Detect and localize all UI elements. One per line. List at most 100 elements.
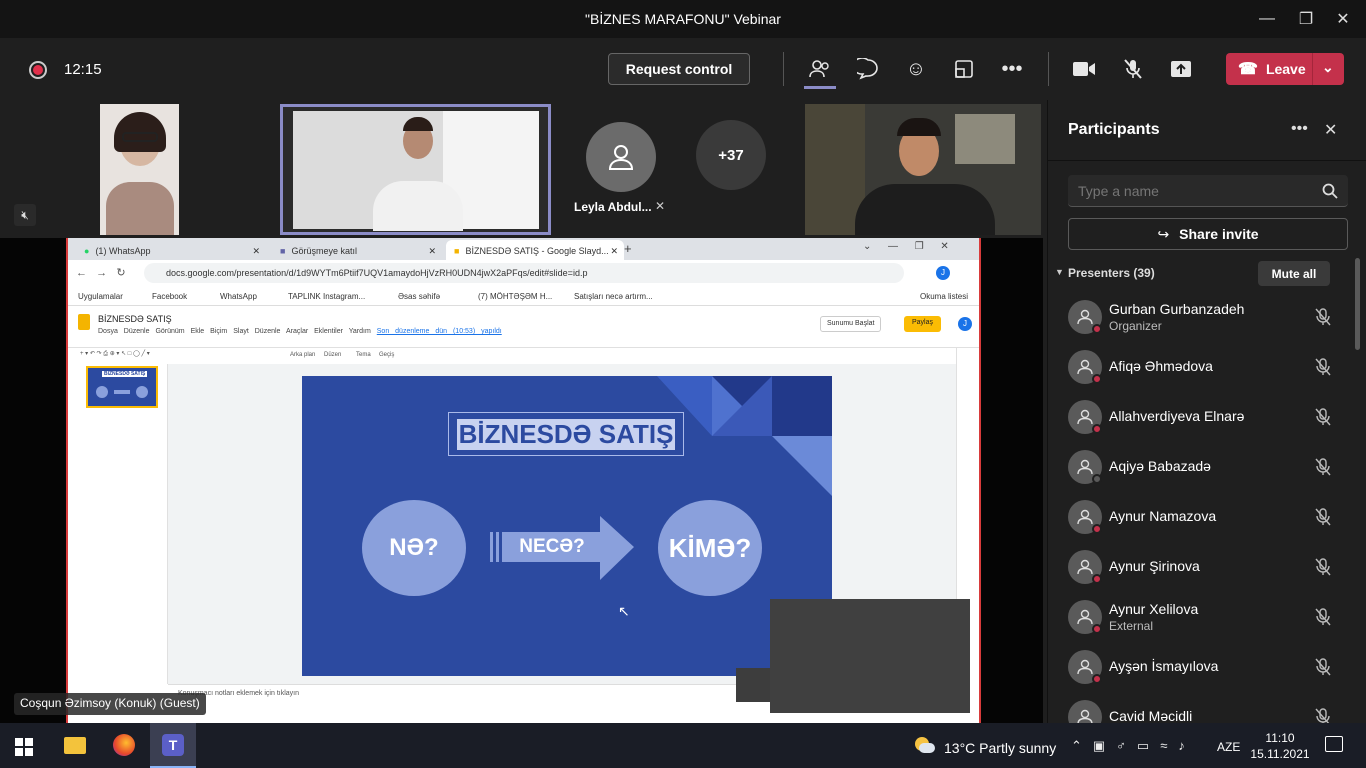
- mic-muted-icon: 🔇︎: [14, 204, 36, 226]
- bookmark[interactable]: Əsas səhifə: [398, 292, 440, 301]
- participant-name: Gurban Gurbanzadeh: [1109, 301, 1245, 317]
- cursor-icon: ↖: [618, 603, 630, 619]
- toolbar-item[interactable]: Geçiş: [379, 352, 394, 358]
- nav-buttons[interactable]: ← → ↻: [76, 266, 126, 279]
- participant-list: Gurban Gurbanzadeh Organizer Afiqə Əhmədov…: [1048, 292, 1348, 723]
- participant-name: Aynur Namazova: [1109, 508, 1217, 524]
- slide-circle-right[interactable]: KİMƏ?: [658, 500, 762, 596]
- leave-button[interactable]: ☎ Leave ⌄: [1226, 53, 1344, 85]
- active-speaker-tile[interactable]: [280, 104, 551, 235]
- slides-menu[interactable]: Dosya Düzenle Görünüm Ekle Biçim Slayt D…: [98, 328, 502, 335]
- title-bar: "BİZNES MARAFONU" Vebinar — ❐ ✕: [0, 0, 1366, 38]
- recording-icon: [29, 61, 47, 79]
- tab-slides[interactable]: ■ BİZNESDƏ SATIŞ - Google Slayd... ✕: [446, 240, 624, 262]
- toolbar-tools[interactable]: + ▾ ↶ ↷ ⎙ ⊕ ▾ ↖ □ ◯ ╱ ▾: [80, 350, 150, 358]
- participant-row[interactable]: Gurban Gurbanzadeh Organizer: [1048, 292, 1348, 342]
- share-button[interactable]: Paylaş: [904, 316, 942, 332]
- avatar: [1068, 500, 1102, 534]
- mic-muted-icon: [1315, 558, 1331, 576]
- slide-thumbnail[interactable]: BİZNESDƏ SATIŞ: [86, 366, 158, 408]
- present-button[interactable]: Sunumu Başlat: [820, 316, 882, 332]
- mic-muted-icon[interactable]: [1113, 49, 1153, 89]
- rooms-icon[interactable]: [944, 49, 984, 89]
- slide[interactable]: BİZNESDƏ SATIŞ NƏ? NECƏ? KİMƏ?: [302, 376, 832, 676]
- mic-muted-icon: [1315, 358, 1331, 376]
- participants-icon[interactable]: [800, 49, 840, 89]
- notifications-icon[interactable]: [1325, 736, 1343, 752]
- profile-avatar[interactable]: J: [936, 266, 950, 280]
- firefox-icon[interactable]: [113, 734, 135, 756]
- mic-muted-icon: [1315, 458, 1331, 476]
- search-field[interactable]: [1078, 182, 1308, 200]
- phone-icon: ☎: [1238, 61, 1258, 78]
- presenters-header[interactable]: Presenters (39): [1068, 266, 1155, 280]
- participant-row[interactable]: Aynur Xelilova External: [1048, 592, 1348, 642]
- window-controls[interactable]: ⌄ — ❐ ✕: [863, 241, 949, 252]
- participant-row[interactable]: Aynur Namazova: [1048, 492, 1348, 542]
- avatar: [1068, 550, 1102, 584]
- tab-meeting[interactable]: ■ Görüşmeye katıl ✕: [272, 240, 442, 262]
- chat-icon[interactable]: [848, 49, 888, 89]
- camera-icon[interactable]: [1064, 49, 1104, 89]
- new-tab-icon[interactable]: +: [624, 241, 632, 256]
- scrollbar[interactable]: [1355, 258, 1360, 350]
- participant-row[interactable]: Aqiyə Babazadə: [1048, 442, 1348, 492]
- request-control-button[interactable]: Request control: [608, 53, 750, 85]
- profile-avatar[interactable]: J: [958, 317, 972, 331]
- bookmark[interactable]: WhatsApp: [220, 292, 257, 301]
- bookmark[interactable]: TAPLINK Instagram...: [288, 292, 365, 301]
- bookmarks-bar: Uygulamalar Facebook WhatsApp TAPLINK In…: [68, 286, 979, 306]
- more-options-icon[interactable]: •••: [1291, 120, 1308, 138]
- slide-circle-left[interactable]: NƏ?: [362, 500, 466, 596]
- more-icon[interactable]: •••: [992, 49, 1032, 89]
- slide-title-box[interactable]: BİZNESDƏ SATIŞ: [448, 412, 684, 456]
- close-panel-icon[interactable]: ✕: [1324, 120, 1337, 140]
- close-icon[interactable]: ✕: [1320, 0, 1366, 38]
- video-tile-female[interactable]: [100, 104, 179, 235]
- video-tile-male[interactable]: [805, 104, 1041, 235]
- speaker-label: Coşqun Əzimsoy (Konuk) (Guest): [14, 693, 206, 715]
- doc-title[interactable]: BİZNESDƏ SATIŞ: [98, 314, 172, 324]
- tab-whatsapp[interactable]: ● (1) WhatsApp ✕: [76, 240, 266, 262]
- mute-all-button[interactable]: Mute all: [1258, 261, 1330, 286]
- tray-icons[interactable]: ⌃▣♂▭≈♪: [1071, 738, 1196, 754]
- participant-row[interactable]: Ayşən İsmayılova: [1048, 642, 1348, 692]
- address-bar-row: ← → ↻ docs.google.com/presentation/d/1d9…: [68, 260, 979, 286]
- avatar[interactable]: [586, 122, 656, 192]
- collapse-icon[interactable]: ▼: [1055, 267, 1064, 277]
- language-indicator[interactable]: AZE: [1217, 740, 1240, 754]
- weather-text[interactable]: 13°C Partly sunny: [944, 740, 1056, 756]
- chevron-down-icon[interactable]: ⌄: [1322, 59, 1334, 76]
- bookmark[interactable]: Okuma listesi: [920, 292, 968, 301]
- overflow-participants-button[interactable]: +37: [696, 120, 766, 190]
- participant-row[interactable]: Afiqə Əhmədova: [1048, 342, 1348, 392]
- clock-time[interactable]: 11:10: [1255, 731, 1305, 745]
- participant-row[interactable]: Aynur Şirinova: [1048, 542, 1348, 592]
- share-screen-icon[interactable]: [1161, 49, 1201, 89]
- shared-browser-window[interactable]: ● (1) WhatsApp ✕ ■ Görüşmeye katıl ✕ ■ BİZNES…: [66, 238, 981, 723]
- clock-date[interactable]: 15.11.2021: [1250, 747, 1310, 761]
- reactions-icon[interactable]: ☺: [896, 49, 936, 89]
- participant-name: Ayşən İsmayılova: [1109, 658, 1219, 674]
- toolbar-item[interactable]: Arka plan: [290, 352, 315, 358]
- teams-taskbar-button[interactable]: T: [150, 723, 196, 768]
- search-input[interactable]: [1068, 175, 1348, 207]
- file-explorer-icon[interactable]: [64, 737, 86, 754]
- bookmark[interactable]: (7) MÖHTƏŞƏM H...: [478, 292, 552, 301]
- slide-arrow-text[interactable]: NECƏ?: [502, 536, 602, 558]
- url-field[interactable]: docs.google.com/presentation/d/1d9WYTm6P…: [144, 263, 904, 283]
- participant-name: Aynur Xelilova: [1109, 601, 1199, 617]
- participant-row[interactable]: Cavid Məcidli: [1048, 692, 1348, 723]
- toolbar-item[interactable]: Tema: [356, 352, 371, 358]
- participant-row[interactable]: Allahverdiyeva Elnarə: [1048, 392, 1348, 442]
- share-invite-button[interactable]: ↪ Share invite: [1068, 218, 1348, 250]
- windows-start-icon[interactable]: [15, 738, 33, 756]
- bookmark[interactable]: Uygulamalar: [78, 292, 123, 301]
- toolbar-item[interactable]: Düzen: [324, 352, 341, 358]
- mic-muted-icon: [1315, 508, 1331, 526]
- bookmark[interactable]: Facebook: [152, 292, 187, 301]
- weather-icon[interactable]: [913, 735, 935, 755]
- bookmark[interactable]: Satışları necə artırm...: [574, 292, 653, 301]
- avatar: [1068, 300, 1102, 334]
- browser-tab-bar: ● (1) WhatsApp ✕ ■ Görüşmeye katıl ✕ ■ BİZNES…: [68, 238, 979, 262]
